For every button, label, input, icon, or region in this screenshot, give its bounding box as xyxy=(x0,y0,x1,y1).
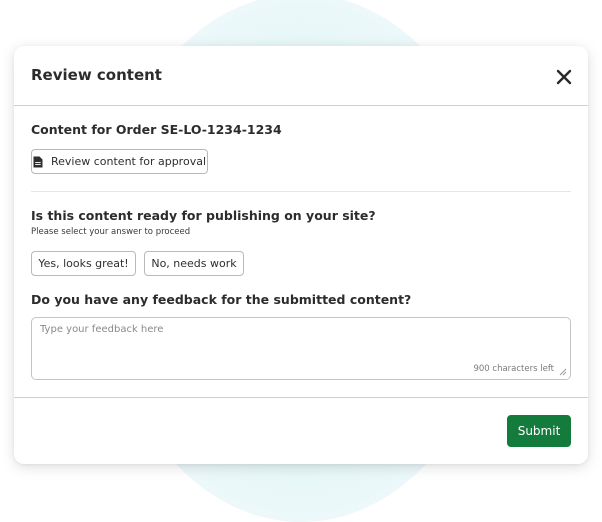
review-content-button-label: Review content for approval xyxy=(51,155,206,168)
feedback-field-container: 900 characters left xyxy=(31,317,571,380)
section-divider xyxy=(31,191,571,192)
feedback-heading: Do you have any feedback for the submitt… xyxy=(31,292,412,307)
submit-button[interactable]: Submit xyxy=(507,415,571,447)
dialog-title: Review content xyxy=(31,66,162,84)
close-icon xyxy=(556,69,572,85)
order-content-heading: Content for Order SE-LO-1234-1234 xyxy=(31,122,282,137)
review-content-button[interactable]: Review content for approval xyxy=(31,149,208,174)
characters-left-counter: 900 characters left xyxy=(473,364,554,374)
close-button[interactable] xyxy=(554,67,574,87)
document-icon xyxy=(33,156,43,167)
no-needs-work-button[interactable]: No, needs work xyxy=(144,251,244,276)
yes-looks-great-button[interactable]: Yes, looks great! xyxy=(31,251,136,276)
footer-divider xyxy=(14,397,588,398)
publish-question-subtext: Please select your answer to proceed xyxy=(31,227,191,237)
review-content-dialog: Review content Content for Order SE-LO-1… xyxy=(14,46,588,464)
publish-question-heading: Is this content ready for publishing on … xyxy=(31,208,376,223)
dialog-header: Review content xyxy=(14,46,588,106)
resize-handle-icon[interactable] xyxy=(559,368,567,376)
